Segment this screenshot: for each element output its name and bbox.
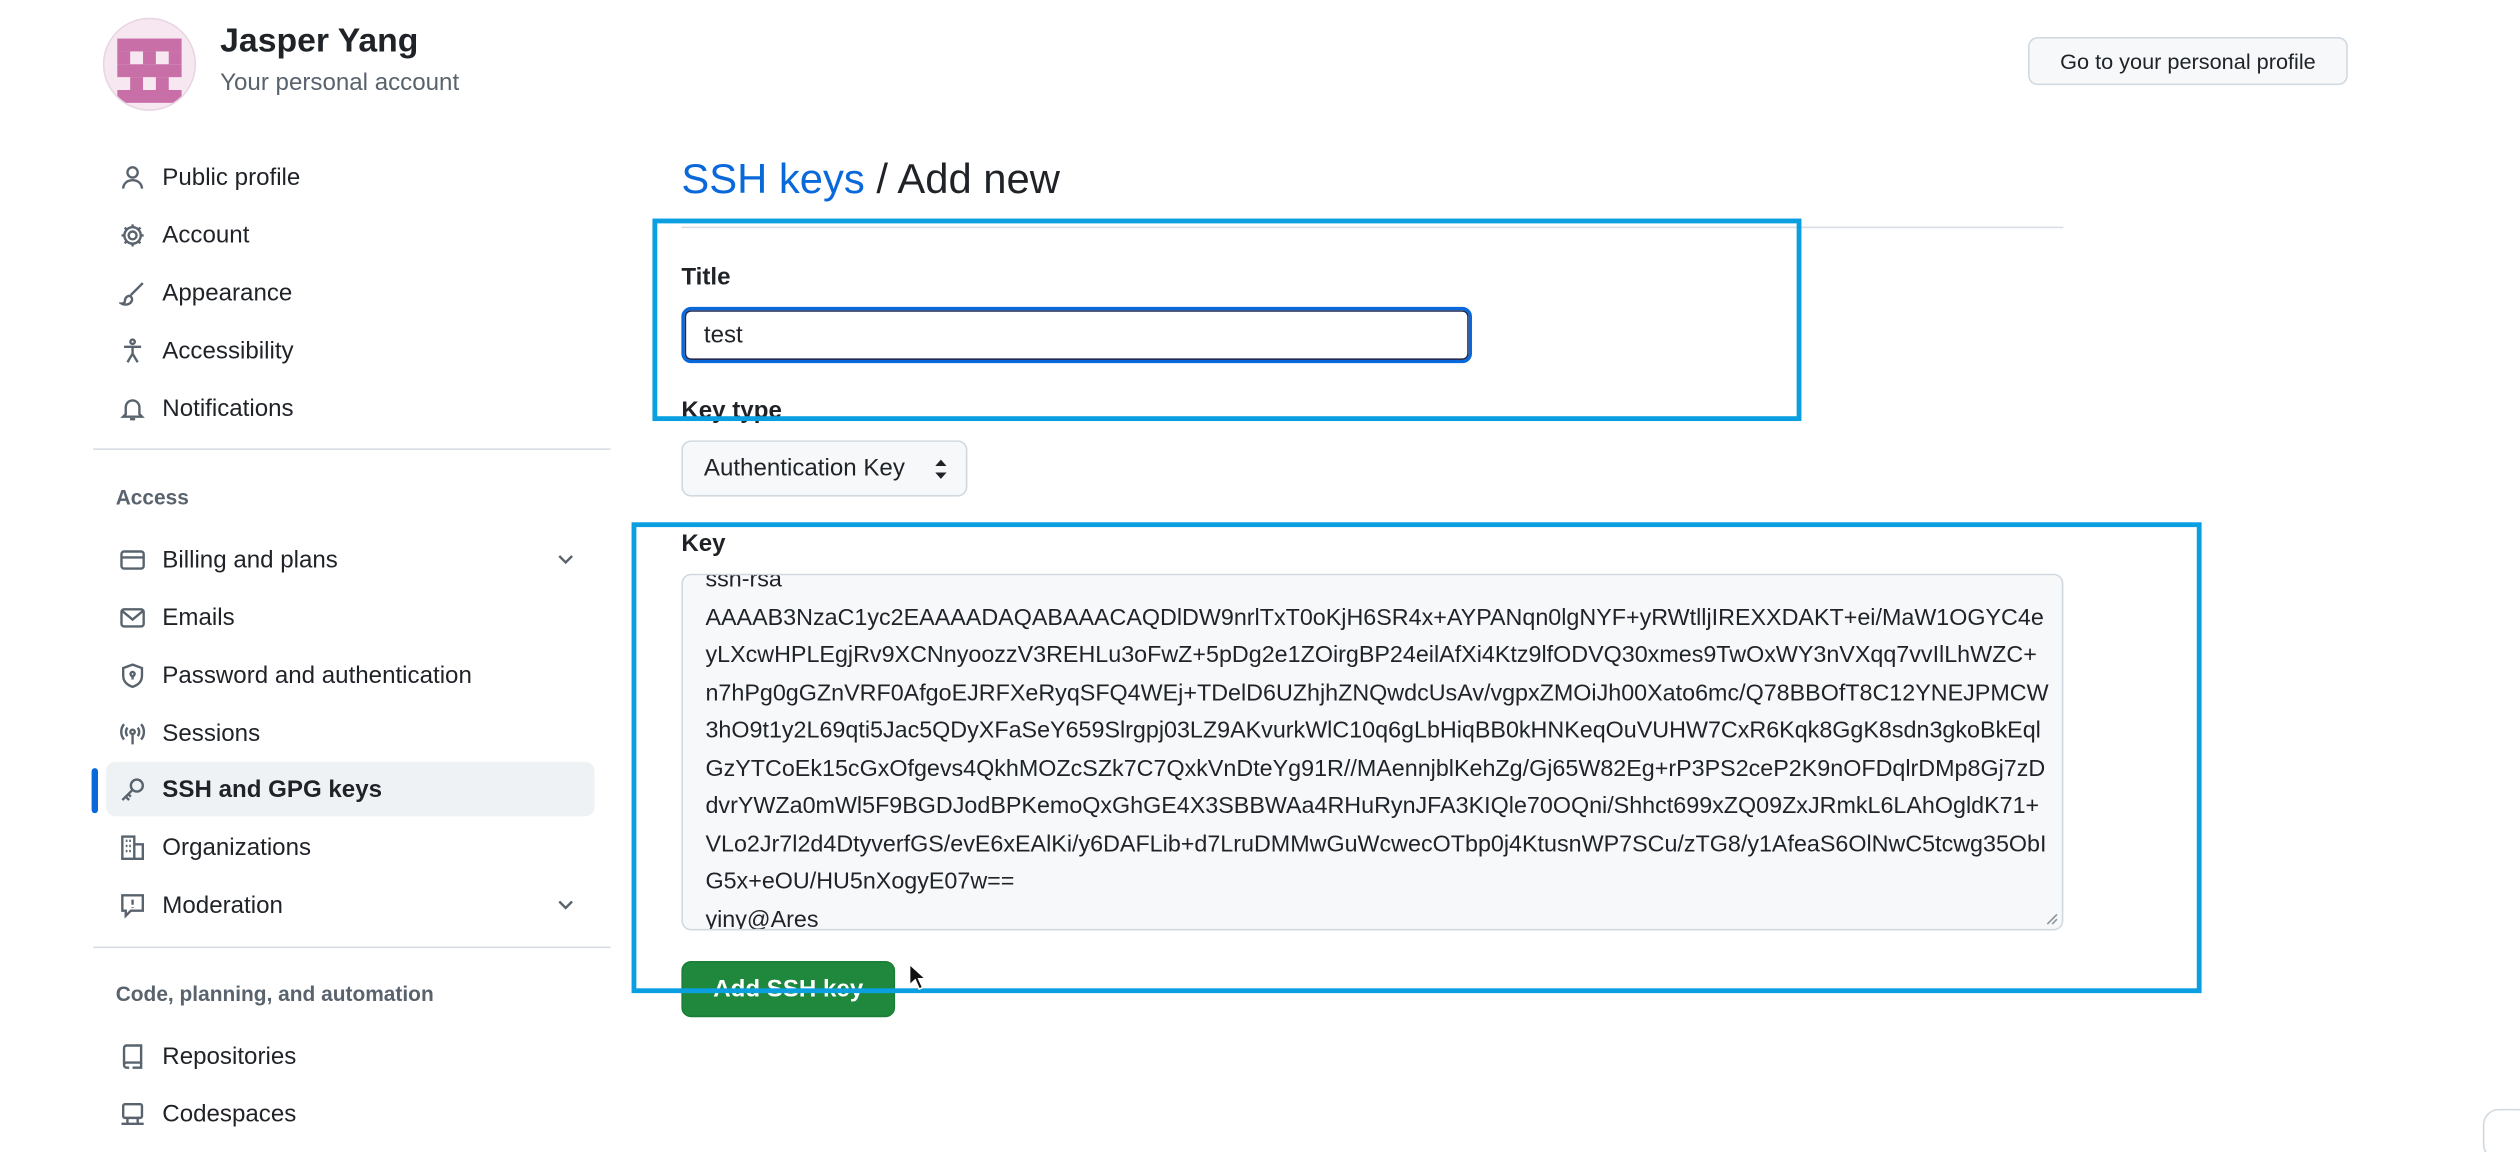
identicon-image: [104, 19, 195, 110]
title-input[interactable]: [681, 306, 1473, 364]
avatar[interactable]: [102, 17, 197, 111]
credit-card-icon: [117, 545, 146, 574]
sidebar-item-account[interactable]: Account: [106, 207, 595, 262]
organization-icon: [117, 832, 146, 861]
breadcrumb-ssh-keys-link[interactable]: SSH keys: [681, 154, 864, 202]
mail-icon: [117, 603, 146, 632]
sidebar-item-label: Emails: [162, 603, 235, 631]
breadcrumb-separator: /: [864, 154, 898, 203]
sidebar-divider: [93, 946, 611, 949]
chevron-down-icon[interactable]: [553, 546, 579, 572]
select-arrows-icon: [935, 459, 947, 479]
user-name: Jasper Yang: [220, 22, 419, 60]
codespaces-icon: [117, 1099, 146, 1128]
report-icon: [117, 890, 146, 919]
accessibility-icon: [117, 336, 146, 365]
page-title: Add new: [897, 154, 1060, 203]
mouse-cursor-icon: [908, 962, 928, 991]
sidebar-item-billing[interactable]: Billing and plans: [106, 532, 595, 587]
go-to-profile-button[interactable]: Go to your personal profile: [2028, 36, 2348, 86]
heading-divider: [681, 226, 2064, 229]
floating-corner-element: [2482, 1108, 2520, 1152]
sidebar-item-appearance[interactable]: Appearance: [106, 265, 595, 320]
sidebar-item-organizations[interactable]: Organizations: [106, 820, 595, 875]
sidebar-item-label: Billing and plans: [162, 545, 338, 573]
code-planning-heading: Code, planning, and automation: [115, 981, 434, 1006]
title-label: Title: [681, 263, 731, 291]
resize-grip-icon[interactable]: [2046, 913, 2059, 926]
sidebar-item-repositories[interactable]: Repositories: [106, 1028, 595, 1083]
sidebar-divider: [93, 448, 611, 450]
sidebar-item-label: Accessibility: [162, 336, 294, 364]
sidebar-item-accessibility[interactable]: Accessibility: [106, 323, 595, 378]
sidebar-item-ssh-gpg-keys[interactable]: SSH and GPG keys: [106, 761, 595, 817]
gear-icon: [117, 220, 146, 249]
sidebar-item-label: Moderation: [162, 891, 283, 919]
chevron-down-icon[interactable]: [553, 892, 579, 918]
broadcast-icon: [117, 718, 146, 747]
key-icon: [117, 775, 146, 804]
settings-page: Jasper Yang Your personal account Go to …: [0, 0, 2520, 1152]
paintbrush-icon: [117, 278, 146, 307]
account-label: Your personal account: [220, 69, 460, 97]
sidebar-item-label: Organizations: [162, 833, 312, 861]
sidebar-item-password[interactable]: Password and authentication: [106, 648, 595, 703]
bell-icon: [117, 394, 146, 423]
key-textarea[interactable]: ssh-rsa AAAAB3NzaC1yc2EAAAADAQABAAACAQDl…: [681, 573, 2064, 931]
page-heading: SSH keys / Add new: [681, 154, 1060, 204]
sidebar-item-label: Password and authentication: [162, 661, 472, 689]
sidebar-item-codespaces[interactable]: Codespaces: [106, 1086, 595, 1141]
sidebar-item-label: Public profile: [162, 163, 301, 191]
sidebar-item-label: SSH and GPG keys: [162, 775, 383, 803]
sidebar-item-label: Sessions: [162, 719, 261, 747]
selected-indicator: [91, 768, 99, 814]
sidebar-item-moderation[interactable]: Moderation: [106, 877, 595, 932]
key-type-value: Authentication Key: [703, 454, 905, 483]
access-heading: Access: [115, 485, 189, 510]
sidebar-item-public-profile[interactable]: Public profile: [106, 149, 595, 204]
sidebar-item-sessions[interactable]: Sessions: [106, 705, 595, 760]
sidebar-item-label: Appearance: [162, 278, 293, 307]
key-type-select[interactable]: Authentication Key: [681, 440, 968, 497]
sidebar-item-notifications[interactable]: Notifications: [106, 381, 595, 436]
key-type-label: Key type: [681, 396, 782, 425]
sidebar-item-label: Notifications: [162, 394, 294, 422]
sidebar-item-label: Repositories: [162, 1042, 297, 1070]
sidebar-item-label: Account: [162, 220, 250, 249]
person-icon: [117, 162, 146, 191]
key-label: Key: [681, 530, 726, 558]
sidebar-item-emails[interactable]: Emails: [106, 590, 595, 645]
key-textarea-content: ssh-rsa AAAAB3NzaC1yc2EAAAADAQABAAACAQDl…: [705, 573, 2049, 931]
sidebar-item-label: Codespaces: [162, 1099, 297, 1128]
add-ssh-key-button[interactable]: Add SSH key: [681, 960, 896, 1018]
shield-lock-icon: [117, 660, 146, 689]
repo-icon: [117, 1041, 146, 1070]
